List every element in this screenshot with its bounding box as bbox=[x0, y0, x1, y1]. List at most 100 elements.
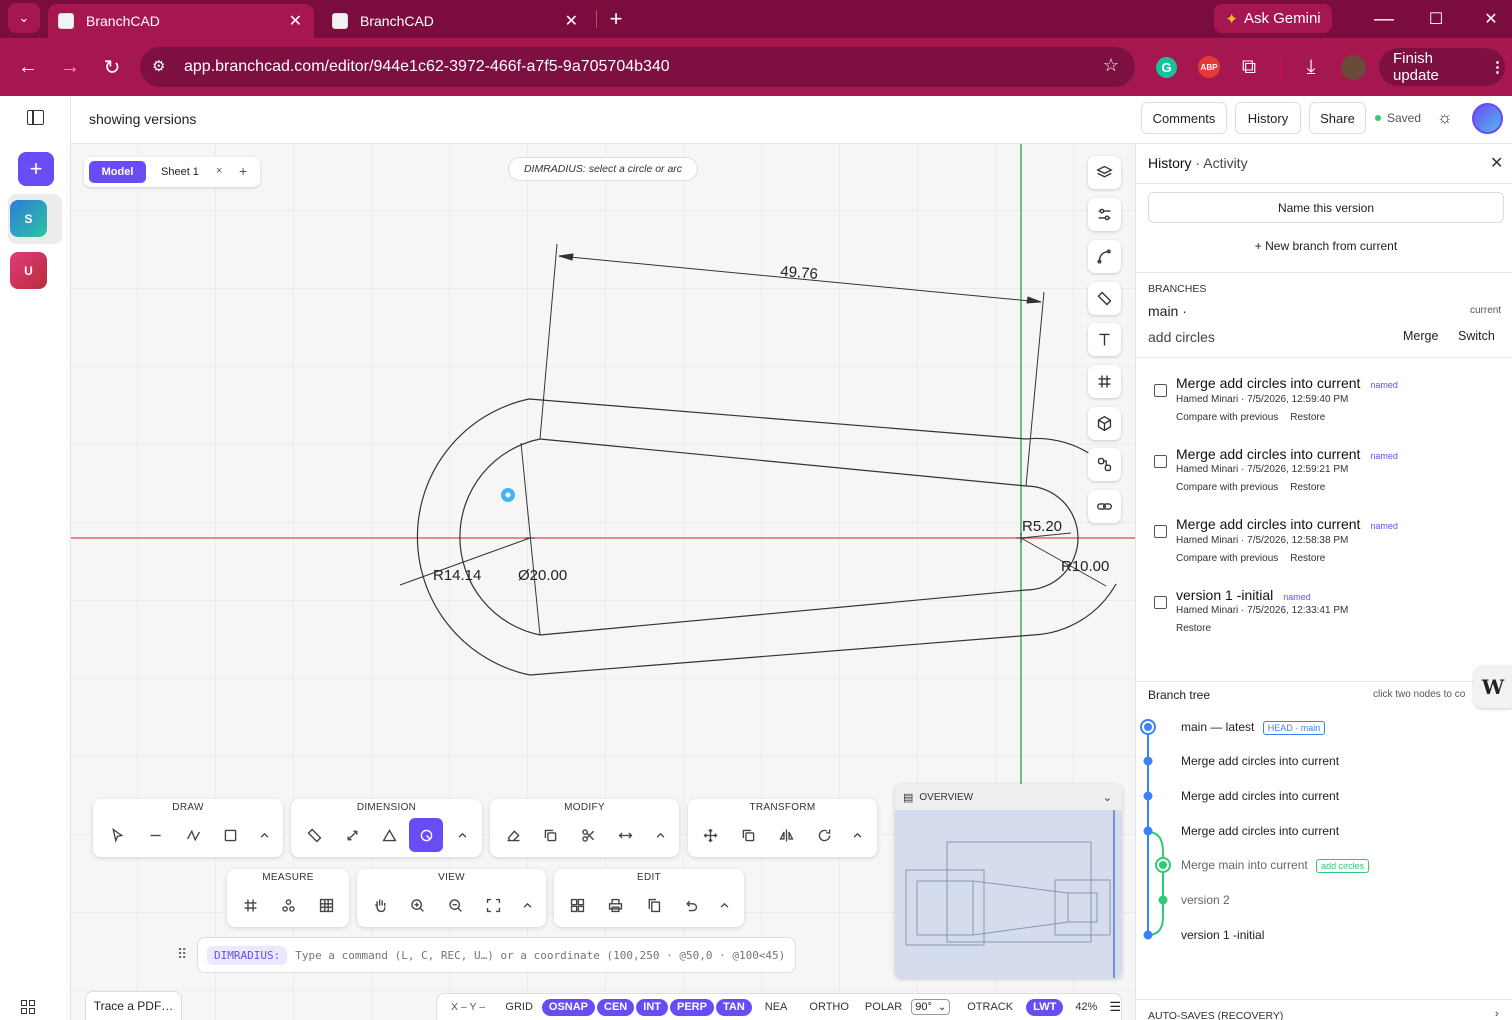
sheet-1-tab[interactable]: Sheet 1 bbox=[161, 166, 199, 178]
switch-branch-button[interactable]: Switch bbox=[1458, 329, 1495, 343]
forward-button[interactable]: → bbox=[54, 51, 86, 83]
window-close-button[interactable]: ✕ bbox=[1475, 3, 1507, 35]
zoom-out-tool[interactable] bbox=[438, 888, 472, 922]
pan-tool[interactable] bbox=[363, 888, 397, 922]
chevron-down-icon[interactable]: ⌄ bbox=[1103, 791, 1112, 804]
print-tool[interactable] bbox=[598, 888, 632, 922]
toggle-sidebar-icon[interactable] bbox=[27, 110, 44, 125]
tree-node[interactable]: version 1 -initial bbox=[1181, 928, 1264, 942]
reload-button[interactable]: ↻ bbox=[96, 51, 128, 83]
branch-tree-graph[interactable] bbox=[1136, 712, 1176, 948]
select-tool[interactable] bbox=[100, 818, 134, 852]
dimension-more-button[interactable] bbox=[445, 818, 479, 852]
layers-button[interactable] bbox=[1088, 156, 1121, 189]
version-checkbox[interactable] bbox=[1154, 384, 1167, 397]
undo-tool[interactable] bbox=[673, 888, 707, 922]
tree-node[interactable]: Merge add circles into current bbox=[1181, 754, 1339, 768]
name-version-button[interactable]: Name this version bbox=[1148, 192, 1504, 223]
floating-w-widget[interactable]: W bbox=[1474, 666, 1512, 708]
version-checkbox[interactable] bbox=[1154, 455, 1167, 468]
site-info-icon[interactable]: ⚙ bbox=[152, 57, 165, 75]
user-avatar[interactable] bbox=[1472, 103, 1503, 134]
osnap-toggle[interactable]: OSNAP bbox=[541, 998, 596, 1016]
grid-toggle[interactable]: GRID bbox=[498, 999, 540, 1016]
overview-header[interactable]: ▤ OVERVIEW ⌄ bbox=[895, 784, 1122, 810]
grid-measure-tool[interactable] bbox=[233, 888, 267, 922]
tree-node[interactable]: version 2 bbox=[1181, 893, 1230, 907]
restore-link[interactable]: Restore bbox=[1290, 482, 1325, 493]
maximize-button[interactable]: ☐ bbox=[1420, 3, 1452, 35]
tab-close-icon[interactable]: ✕ bbox=[289, 11, 302, 31]
new-tab-button[interactable]: + bbox=[600, 3, 632, 35]
linear-dim-tool[interactable] bbox=[297, 818, 331, 852]
apps-grid-icon[interactable] bbox=[21, 1000, 35, 1014]
version-checkbox[interactable] bbox=[1154, 525, 1167, 538]
mirror-tool[interactable] bbox=[769, 818, 803, 852]
link-button[interactable] bbox=[1088, 490, 1121, 523]
tree-node[interactable]: Merge add circles into current bbox=[1181, 824, 1339, 838]
duplicate-tool[interactable] bbox=[731, 818, 765, 852]
measure-tool-button[interactable] bbox=[1088, 282, 1121, 315]
grid-tool-button[interactable] bbox=[1088, 365, 1121, 398]
view-more-button[interactable] bbox=[510, 888, 544, 922]
paste-tool[interactable] bbox=[636, 888, 670, 922]
restore-link[interactable]: Restore bbox=[1176, 623, 1211, 634]
int-toggle[interactable]: INT bbox=[636, 998, 668, 1016]
nea-toggle[interactable]: NEA bbox=[758, 999, 795, 1016]
angular-dim-tool[interactable] bbox=[372, 818, 406, 852]
extensions-icon[interactable]: ⧉ bbox=[1233, 51, 1265, 83]
draw-more-button[interactable] bbox=[247, 818, 281, 852]
trim-tool[interactable] bbox=[571, 818, 605, 852]
compare-previous-link[interactable]: Compare with previous bbox=[1176, 553, 1278, 564]
properties-button[interactable] bbox=[1088, 198, 1121, 231]
close-sheet-icon[interactable]: × bbox=[216, 165, 222, 177]
aligned-dim-tool[interactable] bbox=[335, 818, 369, 852]
tab-search-button[interactable]: ⌄ bbox=[8, 3, 40, 33]
grammarly-icon[interactable]: G bbox=[1156, 57, 1177, 78]
rotate-tool[interactable] bbox=[807, 818, 841, 852]
autosaves-heading[interactable]: AUTO-SAVES (RECOVERY) bbox=[1148, 1010, 1283, 1020]
user-avatar-s[interactable]: S bbox=[10, 200, 47, 237]
connect-button[interactable] bbox=[1088, 448, 1121, 481]
drag-handle-icon[interactable]: ⠿ bbox=[177, 946, 187, 963]
theme-sun-icon[interactable]: ☼ bbox=[1437, 108, 1453, 128]
edit-more-button[interactable] bbox=[707, 888, 741, 922]
zoom-in-tool[interactable] bbox=[400, 888, 434, 922]
new-branch-button[interactable]: + New branch from current bbox=[1148, 239, 1504, 253]
shapes-measure-tool[interactable] bbox=[271, 888, 305, 922]
tree-node[interactable]: main — latest HEAD · main bbox=[1181, 720, 1326, 735]
panel-subtitle[interactable]: · Activity bbox=[1195, 155, 1247, 171]
ask-gemini-button[interactable]: ✦ Ask Gemini bbox=[1214, 4, 1332, 33]
cen-toggle[interactable]: CEN bbox=[597, 998, 635, 1016]
polyline-tool[interactable] bbox=[176, 818, 210, 852]
merge-branch-button[interactable]: Merge bbox=[1403, 329, 1438, 343]
finish-update-button[interactable]: Finish update ⋮ bbox=[1379, 48, 1505, 86]
trace-pdf-button[interactable]: Trace a PDF… bbox=[85, 991, 182, 1020]
compare-previous-link[interactable]: Compare with previous bbox=[1176, 482, 1278, 493]
share-button[interactable]: Share bbox=[1309, 102, 1366, 134]
zoom-extents-tool[interactable] bbox=[476, 888, 510, 922]
transform-more-button[interactable] bbox=[840, 818, 874, 852]
more-menu-icon[interactable]: ⋮ bbox=[1490, 58, 1505, 76]
model-tab[interactable]: Model bbox=[89, 161, 146, 183]
profile-avatar[interactable] bbox=[1341, 55, 1366, 80]
autosaves-chevron-icon[interactable]: › bbox=[1495, 1008, 1499, 1020]
command-input[interactable] bbox=[295, 948, 786, 962]
copy-tool[interactable] bbox=[533, 818, 567, 852]
group-tool[interactable] bbox=[560, 888, 594, 922]
radius-dim-tool[interactable] bbox=[409, 818, 443, 852]
add-sheet-icon[interactable]: + bbox=[239, 163, 247, 179]
browser-tab-active[interactable]: BranchCAD ✕ bbox=[48, 4, 314, 38]
stretch-tool[interactable] bbox=[608, 818, 642, 852]
move-tool[interactable] bbox=[693, 818, 727, 852]
tree-node[interactable]: Merge add circles into current bbox=[1181, 789, 1339, 803]
curve-button[interactable] bbox=[1088, 240, 1121, 273]
address-bar[interactable]: ⚙ app.branchcad.com/editor/944e1c62-3972… bbox=[140, 47, 1135, 87]
3d-view-button[interactable] bbox=[1088, 407, 1121, 440]
line-tool[interactable] bbox=[138, 818, 172, 852]
perp-toggle[interactable]: PERP bbox=[670, 998, 714, 1016]
user-avatar-u[interactable]: U bbox=[10, 252, 47, 289]
modify-more-button[interactable] bbox=[643, 818, 677, 852]
restore-link[interactable]: Restore bbox=[1290, 553, 1325, 564]
polar-angle-select[interactable]: 90° ⌄ bbox=[911, 999, 951, 1015]
